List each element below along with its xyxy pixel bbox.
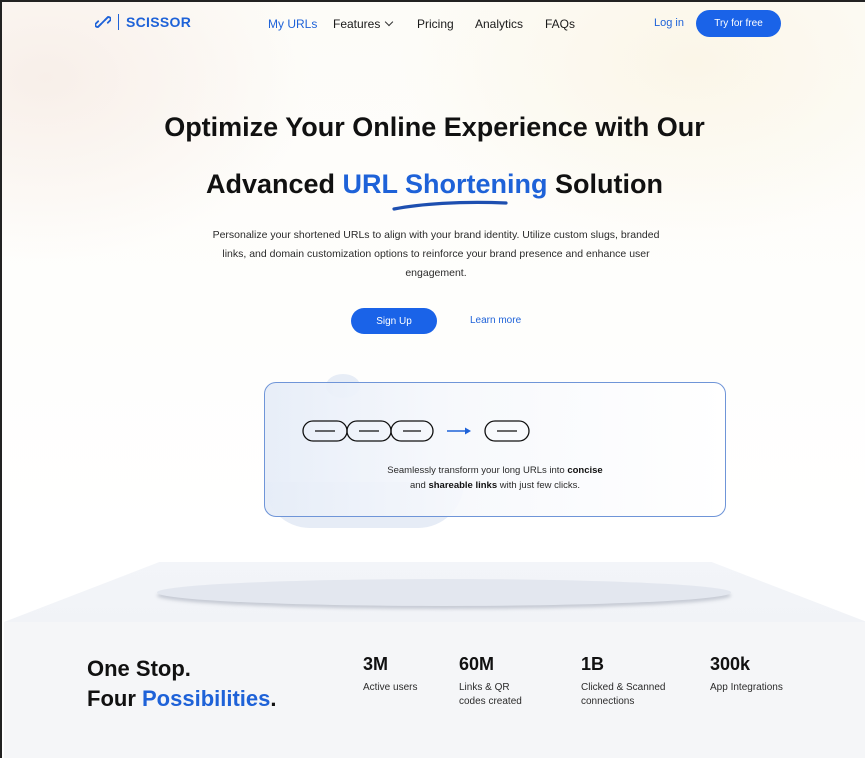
stat-label-line1: Links & QR <box>459 682 510 693</box>
stat-value: 1B <box>581 654 605 674</box>
card-description: Seamlessly transform your long URLs into… <box>265 463 725 493</box>
stat-item: 3M Active users <box>363 654 417 695</box>
login-link[interactable]: Log in <box>654 17 684 29</box>
tagline-line2: Four Possibilities. <box>87 684 277 714</box>
stat-value: 3M <box>363 654 389 674</box>
arrow-right-icon <box>447 427 471 435</box>
chevron-down-icon <box>385 17 394 27</box>
stat-label-line1: Clicked & Scanned <box>581 682 666 693</box>
stat-item: 60M Links & QR codes created <box>459 654 522 709</box>
brand-name: SCISSOR <box>126 14 192 30</box>
nav-faqs[interactable]: FAQs <box>545 17 575 31</box>
card-bold-concise: concise <box>567 465 603 476</box>
stat-value: 300k <box>710 654 751 674</box>
platform-disk <box>157 579 731 606</box>
nav-pricing[interactable]: Pricing <box>417 17 454 31</box>
tagline-pre: Four <box>87 686 142 711</box>
stat-label: Active users <box>363 681 417 695</box>
hero-title-line1: Optimize Your Online Experience with Our <box>164 112 705 142</box>
nav-features[interactable]: Features <box>333 17 394 31</box>
link-transform-graphic <box>302 420 530 442</box>
card-text-1: Seamlessly transform your long URLs into <box>387 465 568 476</box>
stat-label: App Integrations <box>710 681 783 695</box>
stat-label: Clicked & Scanned connections <box>581 681 666 709</box>
stat-label-line1: Active users <box>363 682 418 693</box>
page: SCISSOR My URLs Features Pricing Analyti… <box>0 0 865 758</box>
stat-label-line1: App Integrations <box>710 682 783 693</box>
stat-label: Links & QR codes created <box>459 681 522 709</box>
stat-value: 60M <box>459 654 495 674</box>
nav-features-label: Features <box>333 17 381 31</box>
stat-item: 1B Clicked & Scanned connections <box>581 654 666 709</box>
feature-card: Seamlessly transform your long URLs into… <box>264 382 726 517</box>
hero-title-accent: URL Shortening <box>342 169 548 199</box>
nav-my-urls[interactable]: My URLs <box>268 17 317 31</box>
stat-label-line2: connections <box>581 696 635 707</box>
accent-underline-icon <box>392 200 508 211</box>
stats-tagline: One Stop. Four Possibilities. <box>87 654 277 714</box>
logo-divider <box>118 14 119 30</box>
card-text-3: with just few clicks. <box>497 480 581 491</box>
tagline-accent: Possibilities <box>142 686 271 711</box>
top-nav: SCISSOR My URLs Features Pricing Analyti… <box>2 2 865 46</box>
hero-title-line2: Advanced URL Shortening Solution <box>2 169 865 200</box>
hero-title-pre: Advanced <box>205 169 343 199</box>
stats-section: One Stop. Four Possibilities. 3M Active … <box>4 622 865 758</box>
learn-more-link[interactable]: Learn more <box>470 315 521 326</box>
stat-item: 300k App Integrations <box>710 654 783 695</box>
sign-up-button[interactable]: Sign Up <box>351 308 437 334</box>
try-for-free-button[interactable]: Try for free <box>696 10 781 37</box>
tagline-post: . <box>270 686 277 711</box>
hero-title-post: Solution <box>547 169 664 199</box>
logo[interactable]: SCISSOR <box>95 14 191 30</box>
nav-analytics[interactable]: Analytics <box>475 17 523 31</box>
hero-description: Personalize your shortened URLs to align… <box>212 229 660 279</box>
long-chain-icon <box>302 420 434 442</box>
card-bold-shareable: shareable links <box>428 480 498 491</box>
stat-label-line2: codes created <box>459 696 522 707</box>
card-text-2: and <box>409 480 429 491</box>
short-link-icon <box>484 420 530 442</box>
scissor-link-icon <box>95 16 111 28</box>
tagline-line1: One Stop. <box>87 656 191 681</box>
